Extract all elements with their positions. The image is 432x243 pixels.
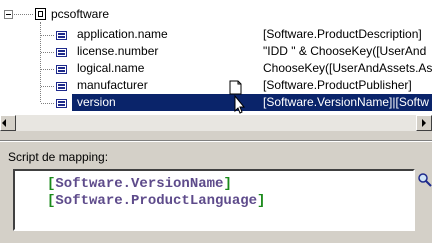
field-mapping: "IDD " & ChooseKey([UserAnd bbox=[263, 44, 427, 58]
tree-root-label[interactable]: pcsoftware bbox=[51, 6, 109, 23]
tree-row-manufacturer[interactable]: manufacturer [Software.ProductPublisher] bbox=[0, 77, 432, 94]
scroll-right-button[interactable] bbox=[416, 115, 432, 131]
collapse-toggle-icon[interactable] bbox=[4, 10, 13, 19]
horizontal-scrollbar[interactable] bbox=[0, 114, 432, 131]
tree-row-license-number[interactable]: license.number "IDD " & ChooseKey([UserA… bbox=[0, 43, 432, 60]
scroll-left-button[interactable] bbox=[0, 115, 16, 131]
script-line: [Software.ProductLanguage] bbox=[47, 193, 266, 209]
zoom-button[interactable] bbox=[417, 171, 432, 189]
tree-connector bbox=[14, 14, 33, 15]
field-name: manufacturer bbox=[77, 78, 148, 92]
script-line: [Software.VersionName] bbox=[47, 176, 232, 192]
right-arrow-icon bbox=[422, 119, 426, 127]
field-mapping: ChooseKey([UserAndAssets.As bbox=[263, 61, 432, 75]
database-icon bbox=[35, 8, 46, 20]
field-name: version bbox=[77, 95, 116, 109]
field-name: application.name bbox=[77, 27, 168, 41]
field-mapping: [Software.ProductDescription] bbox=[263, 27, 422, 41]
drag-cursor-icon bbox=[229, 80, 246, 114]
tree-row-application-name[interactable]: application.name [Software.ProductDescri… bbox=[0, 26, 432, 43]
tree-row-logical-name[interactable]: logical.name ChooseKey([UserAndAssets.As bbox=[0, 60, 432, 77]
field-name: license.number bbox=[77, 44, 159, 58]
field-name: logical.name bbox=[77, 61, 145, 75]
mapping-tree[interactable]: pcsoftware application.name [Software.Pr… bbox=[0, 0, 432, 114]
field-mapping: [Software.VersionName]|[Softw bbox=[263, 95, 429, 109]
script-label: Script de mapping: bbox=[8, 150, 109, 164]
tree-row-version[interactable]: version [Software.VersionName]|[Softw bbox=[0, 94, 432, 111]
splitter-highlight bbox=[0, 141, 432, 142]
left-arrow-icon bbox=[2, 119, 6, 127]
mapping-script-editor[interactable]: [Software.VersionName] [Software.Product… bbox=[13, 169, 415, 231]
magnifier-icon bbox=[418, 173, 432, 187]
field-mapping: [Software.ProductPublisher] bbox=[263, 78, 412, 92]
